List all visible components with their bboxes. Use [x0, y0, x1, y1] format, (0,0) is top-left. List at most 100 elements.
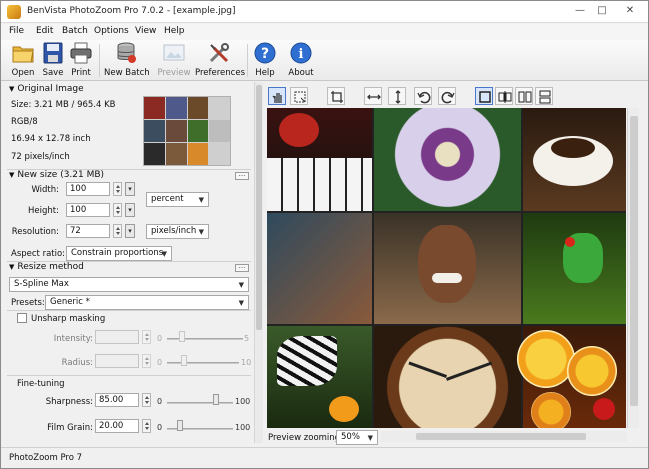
close-button[interactable]: ✕: [615, 3, 645, 19]
radius-max: 10: [241, 358, 252, 367]
about-button[interactable]: i About: [287, 42, 315, 78]
tile-rose-piano: [267, 108, 372, 211]
original-image-header[interactable]: ▼ Original Image: [9, 84, 84, 94]
unsharp-masking-label: Unsharp masking: [31, 314, 106, 324]
height-spinner[interactable]: [113, 203, 122, 217]
film-grain-spinner[interactable]: [142, 419, 151, 433]
sharpness-spinner[interactable]: [142, 393, 151, 407]
rotate-left-button[interactable]: [414, 87, 432, 105]
crop-selection-tool-button[interactable]: [290, 87, 308, 105]
crop-icon: [331, 91, 343, 103]
resolution-spinner[interactable]: [113, 224, 122, 238]
resize-method-header[interactable]: ▼ Resize method: [9, 262, 84, 272]
chevron-down-icon: ▼: [198, 228, 204, 236]
resize-method-options-button[interactable]: ...: [235, 263, 249, 272]
height-input[interactable]: 100: [66, 203, 110, 217]
settings-scrollbar-thumb[interactable]: [256, 85, 262, 330]
intensity-spinner[interactable]: [142, 330, 151, 344]
radius-slider-track[interactable]: [167, 362, 239, 364]
new-size-options-button[interactable]: ...: [235, 171, 249, 180]
single-view-icon: [479, 91, 491, 103]
print-button[interactable]: Print: [67, 42, 95, 78]
unsharp-masking-checkbox[interactable]: [17, 313, 27, 323]
menu-batch[interactable]: Batch: [62, 26, 88, 36]
hand-tool-button[interactable]: [268, 87, 286, 105]
printer-icon: [69, 42, 93, 64]
intensity-max: 5: [244, 334, 250, 343]
resolution-input[interactable]: 72: [66, 224, 110, 238]
height-label: Height:: [28, 206, 59, 216]
size-unit-select[interactable]: percent ▼: [146, 192, 209, 207]
width-input[interactable]: 100: [66, 182, 110, 196]
width-link-toggle[interactable]: ▾: [125, 182, 135, 196]
intensity-label: Intensity:: [53, 334, 93, 344]
hand-icon: [272, 93, 282, 103]
width-spinner[interactable]: [113, 182, 122, 196]
single-view-button[interactable]: [475, 87, 493, 105]
side-by-side-view-button[interactable]: [515, 87, 533, 105]
tile-woman-phone: [374, 213, 521, 324]
height-link-toggle[interactable]: ▾: [125, 203, 135, 217]
sharpness-slider-track[interactable]: [167, 402, 233, 404]
aspect-ratio-select[interactable]: Constrain proportions ▼: [66, 246, 172, 261]
save-button[interactable]: Save: [39, 42, 67, 78]
maximize-button[interactable]: □: [589, 3, 615, 19]
film-grain-input[interactable]: 20.00: [95, 419, 139, 433]
split-view-icon: [498, 91, 512, 103]
open-button[interactable]: Open: [9, 42, 37, 78]
fit-height-button[interactable]: [388, 87, 406, 105]
divider: [7, 375, 251, 376]
preview-vertical-scrollbar-thumb[interactable]: [630, 116, 638, 406]
sharpness-input[interactable]: 85.00: [95, 393, 139, 407]
resolution-link-toggle[interactable]: ▾: [125, 224, 135, 238]
menu-view[interactable]: View: [135, 26, 156, 36]
folder-icon: [11, 42, 35, 64]
preview-horizontal-scrollbar-thumb[interactable]: [416, 433, 586, 440]
film-grain-slider-handle[interactable]: [177, 420, 183, 431]
film-grain-min: 0: [157, 423, 163, 432]
menu-file[interactable]: File: [9, 26, 24, 36]
fit-width-button[interactable]: [364, 87, 382, 105]
arrows-horizontal-icon: [367, 94, 381, 100]
new-size-header[interactable]: ▼ New size (3.21 MB): [9, 170, 104, 180]
resize-method-select[interactable]: S-Spline Max ▼: [9, 277, 249, 292]
original-thumbnail[interactable]: [143, 96, 231, 166]
tile-citrus-slices: [517, 326, 626, 428]
split-view-button[interactable]: [495, 87, 513, 105]
app-window: BenVista PhotoZoom Pro 7.0.2 - [example.…: [0, 0, 649, 469]
help-icon: ?: [253, 42, 277, 64]
preview-zoom-select[interactable]: 50% ▼: [336, 430, 378, 445]
chevron-down-icon: ▼: [198, 196, 204, 204]
intensity-slider-handle[interactable]: [179, 331, 185, 342]
app-logo-icon: [7, 5, 21, 19]
aspect-ratio-label: Aspect ratio:: [11, 249, 66, 259]
menu-options[interactable]: Options: [94, 26, 129, 36]
stacked-view-button[interactable]: [535, 87, 553, 105]
radius-spinner[interactable]: [142, 354, 151, 368]
intensity-input[interactable]: [95, 330, 139, 344]
preview-button[interactable]: Preview: [156, 42, 192, 78]
menu-help[interactable]: Help: [164, 26, 185, 36]
preview-vertical-scrollbar[interactable]: [627, 108, 639, 428]
new-batch-button[interactable]: New Batch: [104, 42, 150, 78]
title-bar: BenVista PhotoZoom Pro 7.0.2 - [example.…: [1, 1, 648, 23]
image-preview[interactable]: [267, 108, 626, 428]
preferences-button[interactable]: Preferences: [195, 42, 245, 78]
resolution-label: Resolution:: [11, 227, 59, 237]
info-icon: i: [289, 42, 313, 64]
tile-tree-frog: [523, 213, 626, 324]
menu-edit[interactable]: Edit: [36, 26, 53, 36]
tile-food-bowl: [267, 213, 372, 324]
status-text: PhotoZoom Pro 7: [9, 453, 83, 463]
resolution-unit-select[interactable]: pixels/inch ▼: [146, 224, 209, 239]
rotate-right-button[interactable]: [438, 87, 456, 105]
crop-button[interactable]: [327, 87, 345, 105]
preview-image-icon: [162, 42, 186, 64]
chevron-down-icon: ▼: [367, 434, 373, 442]
radius-slider-handle[interactable]: [181, 355, 187, 366]
sharpness-slider-handle[interactable]: [213, 394, 219, 405]
help-button[interactable]: ? Help: [251, 42, 279, 78]
radius-input[interactable]: [95, 354, 139, 368]
presets-select[interactable]: Generic * ▼: [45, 295, 249, 310]
preview-horizontal-scrollbar[interactable]: [381, 431, 627, 442]
